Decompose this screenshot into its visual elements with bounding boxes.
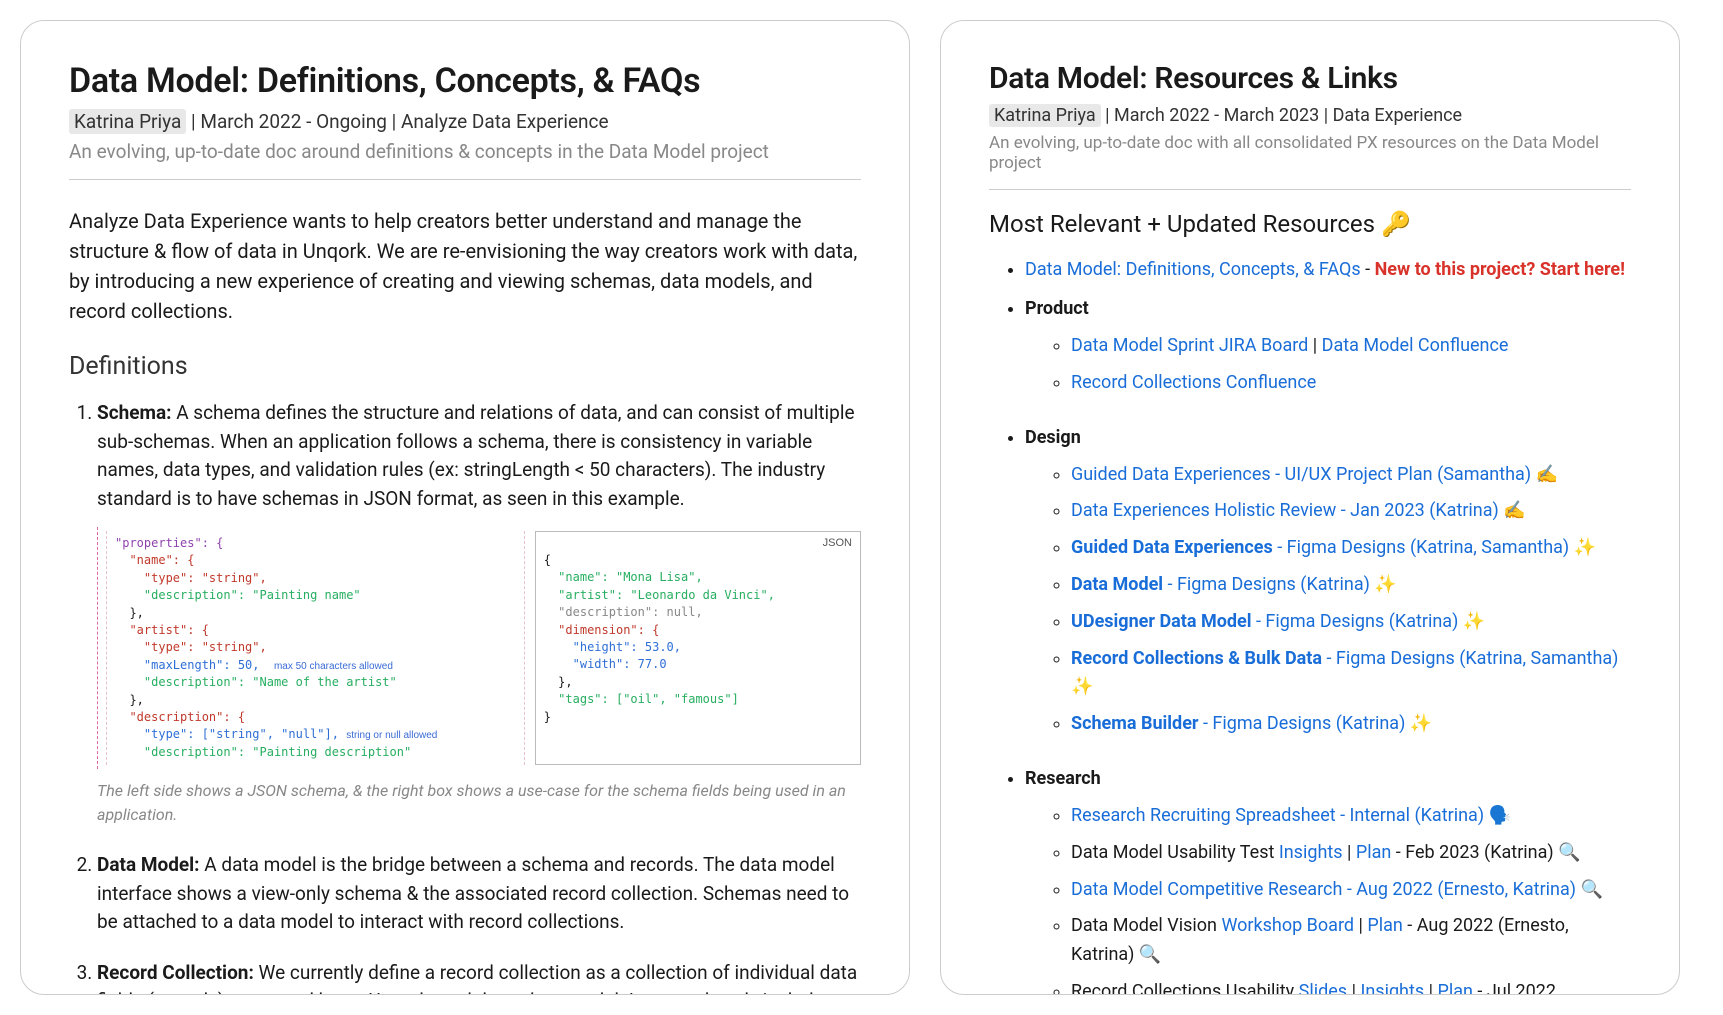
divider	[989, 189, 1631, 190]
resource-link[interactable]: UDesigner Data Model	[1071, 611, 1252, 632]
resource-item: Record Collections & Bulk Data - Figma D…	[1071, 645, 1631, 703]
doc-meta: Katrina Priya | March 2022 - March 2023 …	[989, 104, 1631, 127]
doc-card-resources: Data Model: Resources & Links Katrina Pr…	[940, 20, 1680, 995]
resource-text: - Feb 2023 (Katrina) 🔍	[1391, 842, 1580, 863]
resource-text: ✍️	[1499, 500, 1526, 521]
resource-item: Data Model Usability Test Insights | Pla…	[1071, 839, 1631, 868]
resource-text: ✨	[1458, 611, 1485, 632]
resource-link[interactable]: Plan	[1356, 842, 1391, 863]
resource-item: Data Model Sprint JIRA Board | Data Mode…	[1071, 332, 1631, 361]
research-sublist: Research Recruiting Spreadsheet - Intern…	[1025, 802, 1631, 995]
resources-heading: Most Relevant + Updated Resources 🔑	[989, 210, 1631, 238]
group-design: Design	[1025, 424, 1631, 451]
resource-item: UDesigner Data Model - Figma Designs (Ka…	[1071, 608, 1631, 637]
term-label: Schema:	[97, 401, 171, 424]
resource-text: |	[1347, 981, 1360, 995]
doc-title: Data Model: Resources & Links	[989, 61, 1631, 96]
resource-link[interactable]: - Figma Designs (Katrina)	[1199, 713, 1406, 734]
resource-link[interactable]: Data Model	[1071, 574, 1163, 595]
resource-link[interactable]: Slides	[1299, 981, 1347, 995]
definition-item-recordcollection: Record Collection: We currently define a…	[97, 959, 861, 995]
doc-card-definitions: Data Model: Definitions, Concepts, & FAQ…	[20, 20, 910, 995]
resource-link[interactable]: Guided Data Experiences - UI/UX Project …	[1071, 464, 1531, 485]
resource-item: Schema Builder - Figma Designs (Katrina)…	[1071, 710, 1631, 739]
resource-text: ✨	[1569, 537, 1596, 558]
resource-link[interactable]: Plan	[1437, 981, 1472, 995]
resource-link[interactable]: Data Model Sprint JIRA Board	[1071, 335, 1308, 356]
product-sublist: Data Model Sprint JIRA Board | Data Mode…	[1025, 332, 1631, 398]
resource-link[interactable]: - Figma Designs (Katrina, Samantha)	[1322, 648, 1618, 669]
resource-link[interactable]: Plan	[1367, 915, 1402, 936]
doc-title: Data Model: Definitions, Concepts, & FAQ…	[69, 61, 861, 101]
resource-link[interactable]: Record Collections Confluence	[1071, 372, 1316, 393]
resource-item: Guided Data Experiences - Figma Designs …	[1071, 534, 1631, 563]
annotation-maxlength: max 50 characters allowed	[274, 661, 393, 672]
author-chip[interactable]: Katrina Priya	[69, 109, 186, 134]
intro-paragraph: Analyze Data Experience wants to help cr…	[69, 206, 861, 326]
term-text: A data model is the bridge between a sch…	[97, 853, 849, 933]
instance-json-pane: { "name": "Mona Lisa", "artist": "Leonar…	[535, 531, 861, 765]
resources-list: Data Model: Definitions, Concepts, & FAQ…	[989, 256, 1631, 995]
start-here-note: New to this project? Start here!	[1375, 259, 1625, 280]
resource-link[interactable]: Insights	[1360, 981, 1424, 995]
resource-text: ✨	[1071, 676, 1093, 697]
resource-item: Record Collections Confluence	[1071, 369, 1631, 398]
author-chip[interactable]: Katrina Priya	[989, 104, 1101, 127]
resource-text: ✨	[1405, 713, 1432, 734]
doc-subtitle: An evolving, up-to-date doc around defin…	[69, 140, 861, 163]
resource-text: 🗣️	[1484, 805, 1511, 826]
resource-item: Guided Data Experiences - UI/UX Project …	[1071, 461, 1631, 490]
term-label: Record Collection:	[97, 961, 254, 984]
figure-caption: The left side shows a JSON schema, & the…	[97, 779, 861, 827]
resource-link[interactable]: Schema Builder	[1071, 713, 1199, 734]
resource-link[interactable]: Record Collections & Bulk Data	[1071, 648, 1322, 669]
resource-link[interactable]: - Figma Designs (Katrina)	[1163, 574, 1370, 595]
schema-json-pane: "properties": { "name": { "type": "strin…	[106, 531, 525, 765]
resource-text: Data Model Vision	[1071, 915, 1221, 936]
resource-item: Record Collections Usability Slides | In…	[1071, 978, 1631, 995]
resource-link[interactable]: - Figma Designs (Katrina)	[1252, 611, 1459, 632]
resource-text: ✨	[1370, 574, 1397, 595]
definitions-heading: Definitions	[69, 352, 861, 381]
resource-text: |	[1343, 842, 1356, 863]
resource-text: 🔍	[1576, 879, 1603, 900]
divider	[69, 179, 861, 180]
schema-code-figure: "properties": { "name": { "type": "strin…	[97, 527, 861, 769]
resource-link[interactable]: Data Model Confluence	[1322, 335, 1509, 356]
design-sublist: Guided Data Experiences - UI/UX Project …	[1025, 461, 1631, 739]
group-research: Research	[1025, 765, 1631, 792]
resource-link[interactable]: Workshop Board	[1221, 915, 1354, 936]
resource-text: |	[1308, 335, 1321, 356]
resource-item: Research Recruiting Spreadsheet - Intern…	[1071, 802, 1631, 831]
resource-text: ✍️	[1531, 464, 1558, 485]
resource-text: |	[1424, 981, 1437, 995]
group-product: Product	[1025, 295, 1631, 322]
resource-text: |	[1354, 915, 1367, 936]
resource-link[interactable]: - Figma Designs (Katrina, Samantha)	[1273, 537, 1569, 558]
resource-text: Record Collections Usability	[1071, 981, 1299, 995]
resource-link[interactable]: Data Model Competitive Research - Aug 20…	[1071, 879, 1576, 900]
doc-subtitle: An evolving, up-to-date doc with all con…	[989, 133, 1631, 173]
resource-link[interactable]: Data Experiences Holistic Review - Jan 2…	[1071, 500, 1499, 521]
doc-meta: Katrina Priya | March 2022 - Ongoing | A…	[69, 109, 861, 134]
resource-text: Data Model Usability Test	[1071, 842, 1279, 863]
resource-link[interactable]: Data Model: Definitions, Concepts, & FAQ…	[1025, 259, 1361, 280]
term-label: Data Model:	[97, 853, 200, 876]
resource-item-start-here: Data Model: Definitions, Concepts, & FAQ…	[1025, 256, 1631, 283]
meta-text: | March 2022 - March 2023 | Data Experie…	[1101, 105, 1462, 126]
definition-item-schema: Schema: A schema defines the structure a…	[97, 399, 861, 827]
term-text: A schema defines the structure and relat…	[97, 401, 855, 510]
resource-link[interactable]: Insights	[1279, 842, 1343, 863]
resource-item: Data Model Competitive Research - Aug 20…	[1071, 876, 1631, 905]
resource-item: Data Experiences Holistic Review - Jan 2…	[1071, 497, 1631, 526]
resource-link[interactable]: Research Recruiting Spreadsheet - Intern…	[1071, 805, 1484, 826]
definition-item-datamodel: Data Model: A data model is the bridge b…	[97, 851, 861, 937]
resource-item: Data Model Vision Workshop Board | Plan …	[1071, 912, 1631, 970]
resource-item: Data Model - Figma Designs (Katrina) ✨	[1071, 571, 1631, 600]
definitions-list: Schema: A schema defines the structure a…	[69, 399, 861, 995]
meta-text: | March 2022 - Ongoing | Analyze Data Ex…	[186, 110, 608, 133]
annotation-nullable: string or null allowed	[346, 730, 437, 741]
resource-link[interactable]: Guided Data Experiences	[1071, 537, 1273, 558]
